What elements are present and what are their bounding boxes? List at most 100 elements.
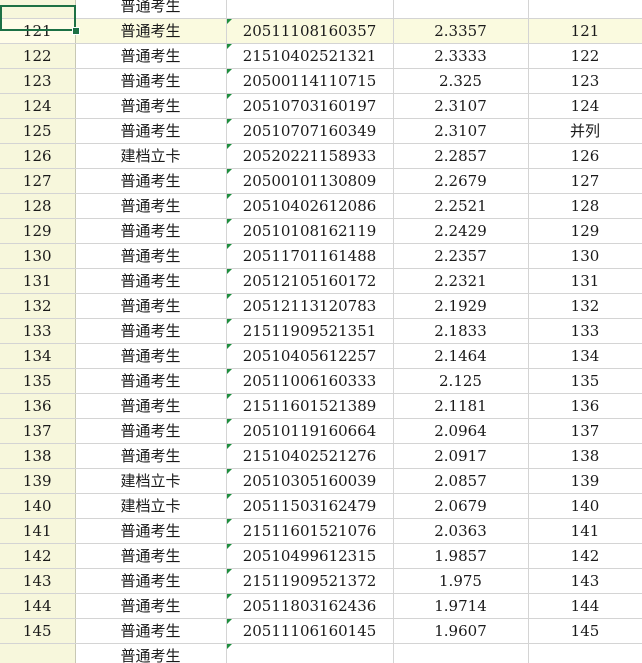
cell-type[interactable]: 普通考生 bbox=[75, 43, 227, 69]
cell-rank[interactable]: 141 bbox=[528, 518, 642, 544]
cell-score[interactable]: 2.2357 bbox=[393, 243, 529, 269]
cell-rank[interactable]: 123 bbox=[528, 68, 642, 94]
cell-score[interactable]: 2.3357 bbox=[393, 18, 529, 44]
cell-rank[interactable]: 142 bbox=[528, 543, 642, 569]
cell-id[interactable]: 20510499612315 bbox=[226, 543, 394, 569]
cell-id[interactable]: 20512105160172 bbox=[226, 268, 394, 294]
cell-rank[interactable]: 140 bbox=[528, 493, 642, 519]
cell-id[interactable]: 20510703160197 bbox=[226, 93, 394, 119]
cell-rank[interactable]: 139 bbox=[528, 468, 642, 494]
cell-rank[interactable]: 131 bbox=[528, 268, 642, 294]
cell-type[interactable]: 普通考生 bbox=[75, 543, 227, 569]
cell-score[interactable]: 2.3333 bbox=[393, 43, 529, 69]
cell-id[interactable]: 20511503162479 bbox=[226, 493, 394, 519]
cell-type[interactable]: 普通考生 bbox=[75, 93, 227, 119]
cell-rank[interactable]: 122 bbox=[528, 43, 642, 69]
cell-id[interactable]: 20510108162119 bbox=[226, 218, 394, 244]
row-header[interactable]: 121 bbox=[0, 18, 76, 44]
cell-score[interactable]: 2.0363 bbox=[393, 518, 529, 544]
cell-type[interactable]: 普通考生 bbox=[75, 0, 227, 19]
cell-score[interactable]: 2.0857 bbox=[393, 468, 529, 494]
cell-score[interactable] bbox=[393, 0, 529, 19]
row-header[interactable]: 125 bbox=[0, 118, 76, 144]
cell-score[interactable]: 2.2521 bbox=[393, 193, 529, 219]
row-header[interactable]: 140 bbox=[0, 493, 76, 519]
row-header[interactable]: 145 bbox=[0, 618, 76, 644]
row-header[interactable]: 124 bbox=[0, 93, 76, 119]
row-header[interactable]: 141 bbox=[0, 518, 76, 544]
cell-type[interactable]: 普通考生 bbox=[75, 393, 227, 419]
cell-score[interactable]: 2.1181 bbox=[393, 393, 529, 419]
cell-id[interactable] bbox=[226, 0, 394, 19]
row-header[interactable]: 132 bbox=[0, 293, 76, 319]
cell-type[interactable]: 建档立卡 bbox=[75, 468, 227, 494]
cell-score[interactable]: 1.975 bbox=[393, 568, 529, 594]
row-header[interactable]: 135 bbox=[0, 368, 76, 394]
row-header[interactable]: 130 bbox=[0, 243, 76, 269]
cell-score[interactable]: 2.3107 bbox=[393, 93, 529, 119]
row-header[interactable]: 143 bbox=[0, 568, 76, 594]
cell-rank[interactable]: 124 bbox=[528, 93, 642, 119]
cell-type[interactable]: 普通考生 bbox=[75, 343, 227, 369]
row-header[interactable]: 142 bbox=[0, 543, 76, 569]
cell-score[interactable]: 1.9714 bbox=[393, 593, 529, 619]
cell-id[interactable]: 20520221158933 bbox=[226, 143, 394, 169]
cell-rank[interactable]: 138 bbox=[528, 443, 642, 469]
row-header[interactable]: 139 bbox=[0, 468, 76, 494]
cell-id[interactable]: 20511006160333 bbox=[226, 368, 394, 394]
cell-id[interactable]: 20500114110715 bbox=[226, 68, 394, 94]
row-header[interactable]: 126 bbox=[0, 143, 76, 169]
cell-type[interactable]: 普通考生 bbox=[75, 643, 227, 663]
cell-score[interactable]: 2.3107 bbox=[393, 118, 529, 144]
cell-id[interactable]: 20512113120783 bbox=[226, 293, 394, 319]
cell-rank[interactable]: 144 bbox=[528, 593, 642, 619]
cell-rank[interactable]: 137 bbox=[528, 418, 642, 444]
cell-id[interactable]: 20510402612086 bbox=[226, 193, 394, 219]
cell-score[interactable]: 2.0964 bbox=[393, 418, 529, 444]
cell-id[interactable]: 20510405612257 bbox=[226, 343, 394, 369]
row-header[interactable] bbox=[0, 0, 76, 19]
row-header[interactable] bbox=[0, 643, 76, 663]
row-header[interactable]: 136 bbox=[0, 393, 76, 419]
row-header[interactable]: 137 bbox=[0, 418, 76, 444]
cell-rank[interactable]: 127 bbox=[528, 168, 642, 194]
row-header[interactable]: 134 bbox=[0, 343, 76, 369]
cell-type[interactable]: 建档立卡 bbox=[75, 493, 227, 519]
cell-id[interactable]: 21510402521321 bbox=[226, 43, 394, 69]
fill-handle[interactable] bbox=[72, 27, 80, 35]
cell-id[interactable]: 20511108160357 bbox=[226, 18, 394, 44]
cell-score[interactable]: 2.2857 bbox=[393, 143, 529, 169]
cell-id[interactable]: 21511909521351 bbox=[226, 318, 394, 344]
cell-id[interactable]: 21510402521276 bbox=[226, 443, 394, 469]
spreadsheet-grid[interactable]: 普通考生 121 普通考生 20511108160357 2.3357 121 122 普通考… bbox=[0, 0, 642, 663]
cell-score[interactable]: 1.9857 bbox=[393, 543, 529, 569]
cell-type[interactable]: 普通考生 bbox=[75, 518, 227, 544]
cell-score[interactable]: 2.2429 bbox=[393, 218, 529, 244]
cell-id[interactable]: 21511601521389 bbox=[226, 393, 394, 419]
row-header[interactable]: 123 bbox=[0, 68, 76, 94]
cell-rank[interactable] bbox=[528, 0, 642, 19]
cell-rank[interactable]: 126 bbox=[528, 143, 642, 169]
cell-type[interactable]: 普通考生 bbox=[75, 18, 227, 44]
cell-id[interactable]: 20511701161488 bbox=[226, 243, 394, 269]
cell-type[interactable]: 普通考生 bbox=[75, 218, 227, 244]
cell-rank[interactable] bbox=[528, 643, 642, 663]
cell-rank[interactable]: 134 bbox=[528, 343, 642, 369]
cell-type[interactable]: 普通考生 bbox=[75, 318, 227, 344]
cell-id[interactable]: 21511601521076 bbox=[226, 518, 394, 544]
cell-type[interactable]: 普通考生 bbox=[75, 243, 227, 269]
row-header[interactable]: 133 bbox=[0, 318, 76, 344]
cell-score[interactable]: 2.0679 bbox=[393, 493, 529, 519]
row-header[interactable]: 122 bbox=[0, 43, 76, 69]
cell-id[interactable]: 20511803162436 bbox=[226, 593, 394, 619]
cell-score[interactable]: 2.2321 bbox=[393, 268, 529, 294]
cell-id[interactable]: 20510119160664 bbox=[226, 418, 394, 444]
row-header[interactable]: 131 bbox=[0, 268, 76, 294]
cell-score[interactable]: 2.325 bbox=[393, 68, 529, 94]
cell-score[interactable]: 2.1929 bbox=[393, 293, 529, 319]
cell-rank[interactable]: 143 bbox=[528, 568, 642, 594]
row-header[interactable]: 129 bbox=[0, 218, 76, 244]
cell-score[interactable]: 2.1464 bbox=[393, 343, 529, 369]
row-header[interactable]: 128 bbox=[0, 193, 76, 219]
cell-type[interactable]: 普通考生 bbox=[75, 568, 227, 594]
